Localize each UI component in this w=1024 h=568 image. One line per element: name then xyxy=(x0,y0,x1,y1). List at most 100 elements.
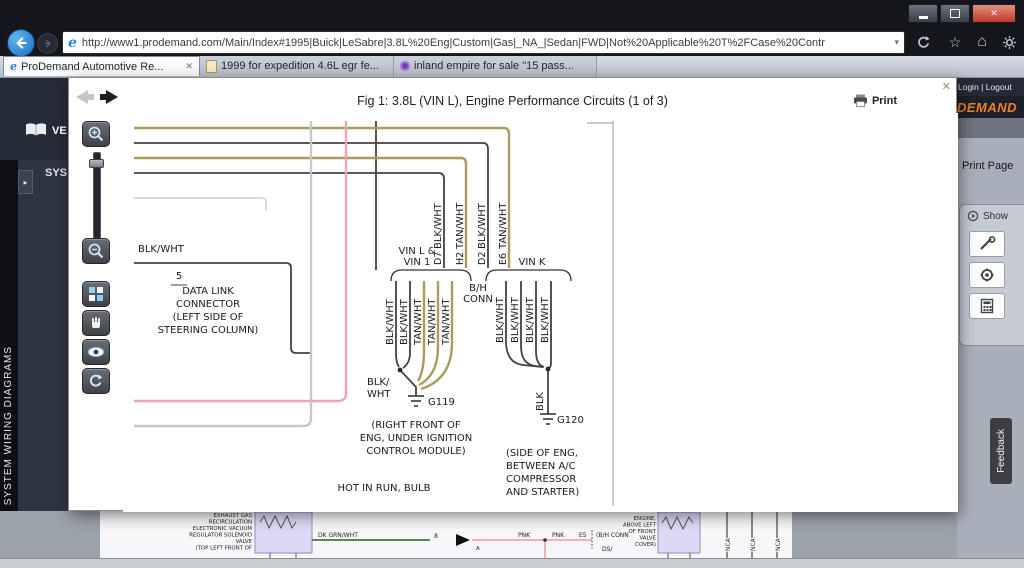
wheel-shortcut[interactable] xyxy=(969,262,1005,288)
svg-text:REGULATOR SOLENOID: REGULATOR SOLENOID xyxy=(189,533,252,539)
svg-text:BLK/: BLK/ xyxy=(367,377,390,388)
svg-text:STEERING COLUMN): STEERING COLUMN) xyxy=(158,325,259,336)
svg-text:E6: E6 xyxy=(498,253,509,265)
refresh-icon xyxy=(916,35,931,50)
print-label: Print xyxy=(872,95,897,107)
svg-text:CONNECTOR: CONNECTOR xyxy=(176,299,240,310)
close-tab-icon[interactable]: ✕ xyxy=(185,61,193,72)
modal-close-button[interactable]: ✕ xyxy=(942,80,951,93)
zoom-in-button[interactable] xyxy=(82,121,110,147)
back-button[interactable] xyxy=(7,29,35,57)
pink-wire xyxy=(134,121,346,401)
svg-text:BLK/WHT: BLK/WHT xyxy=(495,296,506,343)
tab-inland-empire[interactable]: inland empire for sale "15 pass... xyxy=(394,56,597,76)
zoom-out-icon xyxy=(87,242,105,260)
collapse-panel-button[interactable]: ▸ xyxy=(18,170,33,194)
feedback-label: Feedback xyxy=(996,429,1007,473)
forward-arrow-icon xyxy=(42,38,53,49)
svg-text:VALVE: VALVE xyxy=(235,539,252,545)
nav-partial-label-2: SYS xyxy=(45,167,67,179)
svg-text:B/H: B/H xyxy=(469,283,487,294)
feedback-tab[interactable]: Feedback xyxy=(990,418,1012,484)
view-button[interactable] xyxy=(82,339,110,365)
svg-text:BLK/WHT: BLK/WHT xyxy=(399,298,410,345)
home-icon: ⌂ xyxy=(977,33,987,51)
connector-label-2: DS/ xyxy=(602,546,613,553)
show-toggle[interactable]: Show xyxy=(960,205,1024,226)
background-diagram: EXHAUST GAS RECIRCULATION ELECTRONIC VAC… xyxy=(100,511,792,558)
close-window-button[interactable]: ✕ xyxy=(972,4,1016,23)
tools-shortcut[interactable] xyxy=(969,231,1005,257)
nav-partial-label: VE xyxy=(52,125,67,137)
tab-label: inland empire for sale "15 pass... xyxy=(414,60,590,72)
home-button[interactable]: ⌂ xyxy=(971,31,993,53)
favorites-button[interactable]: ☆ xyxy=(944,31,966,53)
black-wires xyxy=(134,121,551,414)
svg-text:BLK/WHT: BLK/WHT xyxy=(510,296,521,343)
zoom-in-icon xyxy=(87,125,105,143)
purple-site-icon xyxy=(400,61,410,71)
zoom-slider-thumb[interactable] xyxy=(89,159,104,168)
back-arrow-icon xyxy=(13,35,29,51)
page-header-left xyxy=(0,78,68,160)
minimize-button[interactable] xyxy=(908,4,938,23)
gray-wire xyxy=(134,121,311,426)
ie-tab-icon: e xyxy=(10,60,17,74)
gear-icon xyxy=(1002,35,1017,50)
svg-text:CONTROL MODULE): CONTROL MODULE) xyxy=(366,446,465,457)
tab-prodemand[interactable]: e ProDemand Automotive Re... ✕ xyxy=(3,56,200,76)
reset-button[interactable] xyxy=(82,368,110,394)
svg-text:BETWEEN A/C: BETWEEN A/C xyxy=(506,461,576,472)
star-icon: ☆ xyxy=(949,34,962,51)
left-tab-label: SYSTEM WIRING DIAGRAMS xyxy=(3,346,14,505)
component-box-2 xyxy=(658,512,700,558)
horizontal-scrollbar[interactable] xyxy=(0,558,1024,568)
browser-window: ✕ e http://www1.prodemand.com/Main/Index… xyxy=(0,0,1024,568)
zoom-slider[interactable] xyxy=(93,152,101,239)
viewer-toolbar xyxy=(82,121,110,401)
svg-text:NCA: NCA xyxy=(775,537,782,551)
prev-figure-icon[interactable] xyxy=(76,90,94,104)
svg-text:TAN/WHT: TAN/WHT xyxy=(413,298,424,346)
component-box-1 xyxy=(255,512,312,558)
svg-text:HOT IN RUN, BULB: HOT IN RUN, BULB xyxy=(337,483,430,494)
fit-to-screen-button[interactable] xyxy=(82,281,110,307)
title-bar xyxy=(0,0,1024,28)
svg-text:(RIGHT FRONT OF: (RIGHT FRONT OF xyxy=(371,420,461,431)
svg-text:ABOVE LEFT: ABOVE LEFT xyxy=(623,523,657,529)
brand-logo: DEMAND xyxy=(957,100,1017,115)
url-field[interactable]: e http://www1.prodemand.com/Main/Index#1… xyxy=(62,31,905,54)
svg-text:OF FRONT: OF FRONT xyxy=(629,529,657,535)
svg-text:TAN/WHT: TAN/WHT xyxy=(455,202,466,250)
quick-access-panel: Show xyxy=(959,204,1024,346)
svg-text:BLK/WHT: BLK/WHT xyxy=(138,244,185,255)
svg-text:BLK/WHT: BLK/WHT xyxy=(540,296,551,343)
left-vertical-tab[interactable]: SYSTEM WIRING DIAGRAMS xyxy=(0,160,18,511)
svg-text:(TOP LEFT FRONT OF: (TOP LEFT FRONT OF xyxy=(196,546,253,552)
settings-button[interactable] xyxy=(998,31,1020,53)
url-dropdown-icon[interactable]: ▾ xyxy=(894,37,899,48)
hand-icon xyxy=(88,315,104,331)
login-logout-link[interactable]: Login | Logout xyxy=(958,82,1024,92)
svg-text:NCA: NCA xyxy=(725,537,732,551)
junction-dots xyxy=(398,367,551,373)
forward-button[interactable] xyxy=(37,33,58,54)
refresh-button[interactable] xyxy=(912,31,934,53)
svg-text:RECIRCULATION: RECIRCULATION xyxy=(209,520,252,526)
tab-expedition[interactable]: 1999 for expedition 4.6L egr fe... xyxy=(200,56,394,76)
diagram-viewer-modal: ✕ Fig 1: 3.8L (VIN L), Engine Performanc… xyxy=(68,77,957,511)
maximize-button[interactable] xyxy=(940,4,970,23)
tiles-icon xyxy=(88,286,104,302)
zoom-out-button[interactable] xyxy=(82,238,110,264)
calculator-shortcut[interactable] xyxy=(969,293,1005,319)
diagram-viewport[interactable]: BLK/WHT 5 DATA LINK CONNECTOR (LEFT SIDE… xyxy=(123,113,958,512)
refresh-circle-icon xyxy=(88,373,104,389)
svg-text:COVER): COVER) xyxy=(635,542,656,548)
pan-button[interactable] xyxy=(82,310,110,336)
next-figure-icon[interactable] xyxy=(100,90,118,104)
svg-text:TAN/WHT: TAN/WHT xyxy=(441,298,452,346)
svg-text:NCA: NCA xyxy=(750,537,757,551)
engine-location-label: ENGINE, ABOVE LEFT OF FRONT VALVE COVER) xyxy=(623,516,657,548)
print-button[interactable]: Print xyxy=(853,94,897,107)
print-page-link[interactable]: Print Page xyxy=(962,160,1013,172)
